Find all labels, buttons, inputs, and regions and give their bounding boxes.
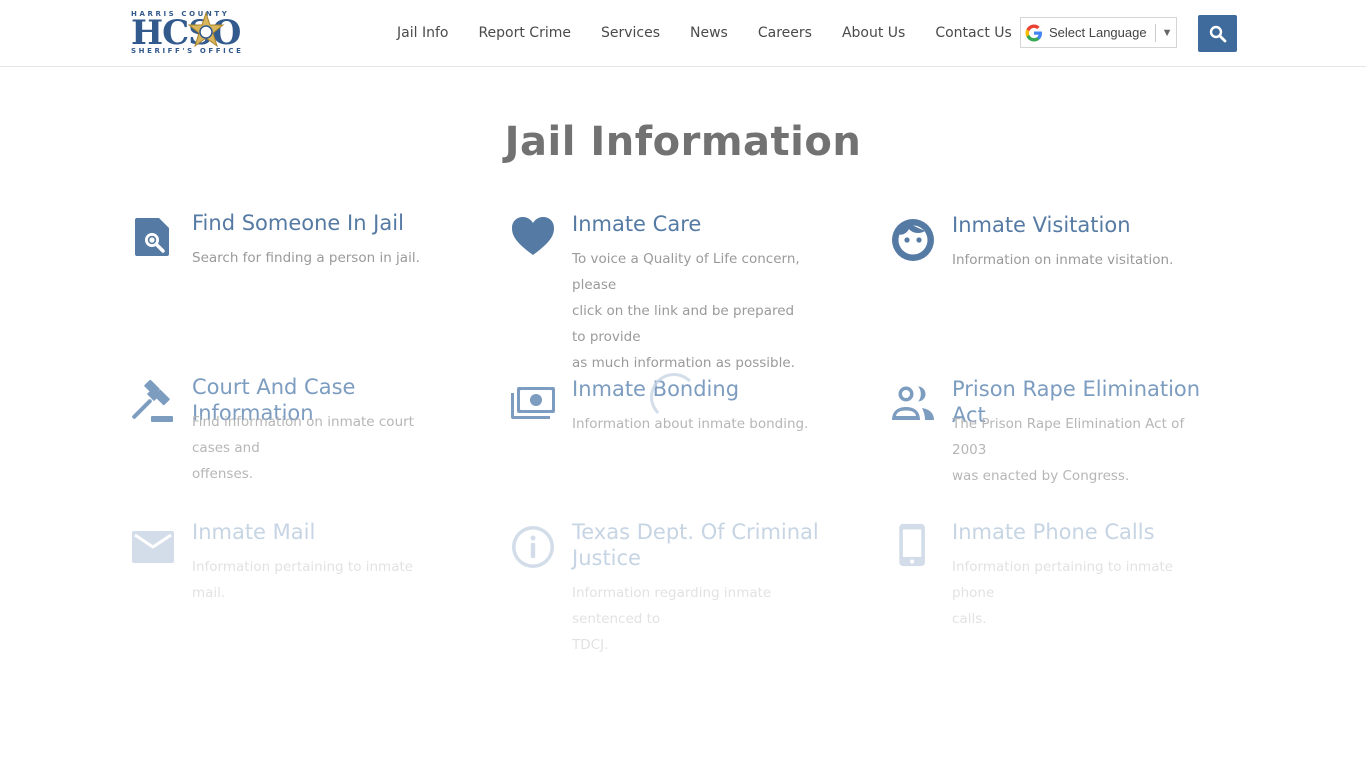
- card-description-line: as much information as possible.: [572, 355, 795, 371]
- logo-bottom-label: SHERIFF'S OFFICE: [131, 47, 244, 55]
- card-title[interactable]: Inmate Bonding: [572, 376, 852, 402]
- logo-bottom-text: SHERIFF'S OFFICE: [131, 47, 271, 55]
- card-title[interactable]: Inmate Care: [572, 211, 852, 237]
- search-icon: [1209, 25, 1226, 42]
- card-description: The Prison Rape Elimination Act of 2003 …: [952, 411, 1191, 489]
- card-description-line: was enacted by Congress.: [952, 468, 1130, 484]
- card-description-line: Find information on inmate court cases a…: [192, 414, 414, 456]
- card-description-line: Information pertaining to inmate mail.: [192, 559, 414, 601]
- nav-jail-info[interactable]: Jail Info: [382, 25, 463, 41]
- card-description-line: Information pertaining to inmate phone: [952, 559, 1174, 601]
- language-select-label: Select Language: [1049, 25, 1147, 40]
- card-description-line: The Prison Rape Elimination Act of 2003: [952, 416, 1185, 458]
- google-icon: [1025, 24, 1042, 41]
- card-title[interactable]: Find Someone In Jail: [192, 210, 472, 236]
- card-title[interactable]: Inmate Phone Calls: [952, 519, 1232, 545]
- card-title[interactable]: Inmate Mail: [192, 519, 472, 545]
- card-description-line: Information on inmate visitation.: [952, 252, 1174, 268]
- card-description: Information about inmate bonding.: [572, 411, 808, 437]
- card-description: Information pertaining to inmate mail.: [192, 554, 431, 606]
- card-description: Information on inmate visitation.: [952, 247, 1173, 273]
- dropdown-caret-icon: ▼: [1161, 26, 1173, 39]
- card-title[interactable]: Inmate Visitation: [952, 212, 1232, 238]
- nav-services[interactable]: Services: [586, 25, 675, 41]
- card-description: Find information on inmate court cases a…: [192, 409, 431, 487]
- people-icon: [892, 386, 934, 420]
- loading-spinner: [650, 373, 698, 421]
- site-header: HARRIS COUNTY HCSO SHERIFF'S OFFICE Jail…: [0, 0, 1366, 67]
- nav-news[interactable]: News: [675, 25, 743, 41]
- card-description-line: Information about inmate bonding.: [572, 416, 809, 432]
- language-divider: [1154, 23, 1156, 42]
- face-icon: [892, 219, 934, 261]
- search-document-icon: [135, 218, 169, 256]
- nav-careers[interactable]: Careers: [743, 25, 827, 41]
- language-select[interactable]: Select Language ▼: [1020, 17, 1177, 48]
- card-description-line: To voice a Quality of Life concern, plea…: [572, 251, 800, 293]
- info-icon: [512, 526, 554, 568]
- card-description: Information regarding inmate sentenced t…: [572, 580, 811, 658]
- nav-about-us[interactable]: About Us: [827, 25, 920, 41]
- card-title[interactable]: Texas Dept. Of Criminal Justice: [572, 519, 852, 571]
- card-title-line: Texas Dept. Of Criminal: [572, 520, 819, 544]
- card-title-line: Justice: [572, 546, 641, 570]
- main-nav: Jail Info Report Crime Services News Car…: [382, 0, 1027, 66]
- card-description-line: offenses.: [192, 466, 254, 482]
- card-description: Information pertaining to inmate phone c…: [952, 554, 1191, 632]
- search-button[interactable]: [1198, 15, 1237, 52]
- card-description-line: calls.: [952, 611, 987, 627]
- money-icon: [511, 387, 555, 419]
- card-description-line: TDCJ.: [572, 637, 609, 653]
- card-description-line: Search for finding a person in jail.: [192, 250, 420, 266]
- mail-icon: [132, 531, 174, 563]
- page-title: Jail Information: [504, 119, 862, 165]
- card-description-line: click on the link and be prepared to pro…: [572, 303, 795, 345]
- heart-icon: [512, 217, 554, 255]
- phone-icon: [899, 523, 925, 567]
- card-description-line: Information regarding inmate sentenced t…: [572, 585, 772, 627]
- gavel-icon: [132, 380, 173, 422]
- card-description: To voice a Quality of Life concern, plea…: [572, 246, 811, 376]
- hcso-logo[interactable]: HARRIS COUNTY HCSO SHERIFF'S OFFICE: [131, 10, 271, 56]
- nav-contact-us[interactable]: Contact Us: [920, 25, 1026, 41]
- card-description: Search for finding a person in jail.: [192, 245, 420, 271]
- nav-report-crime[interactable]: Report Crime: [463, 25, 586, 41]
